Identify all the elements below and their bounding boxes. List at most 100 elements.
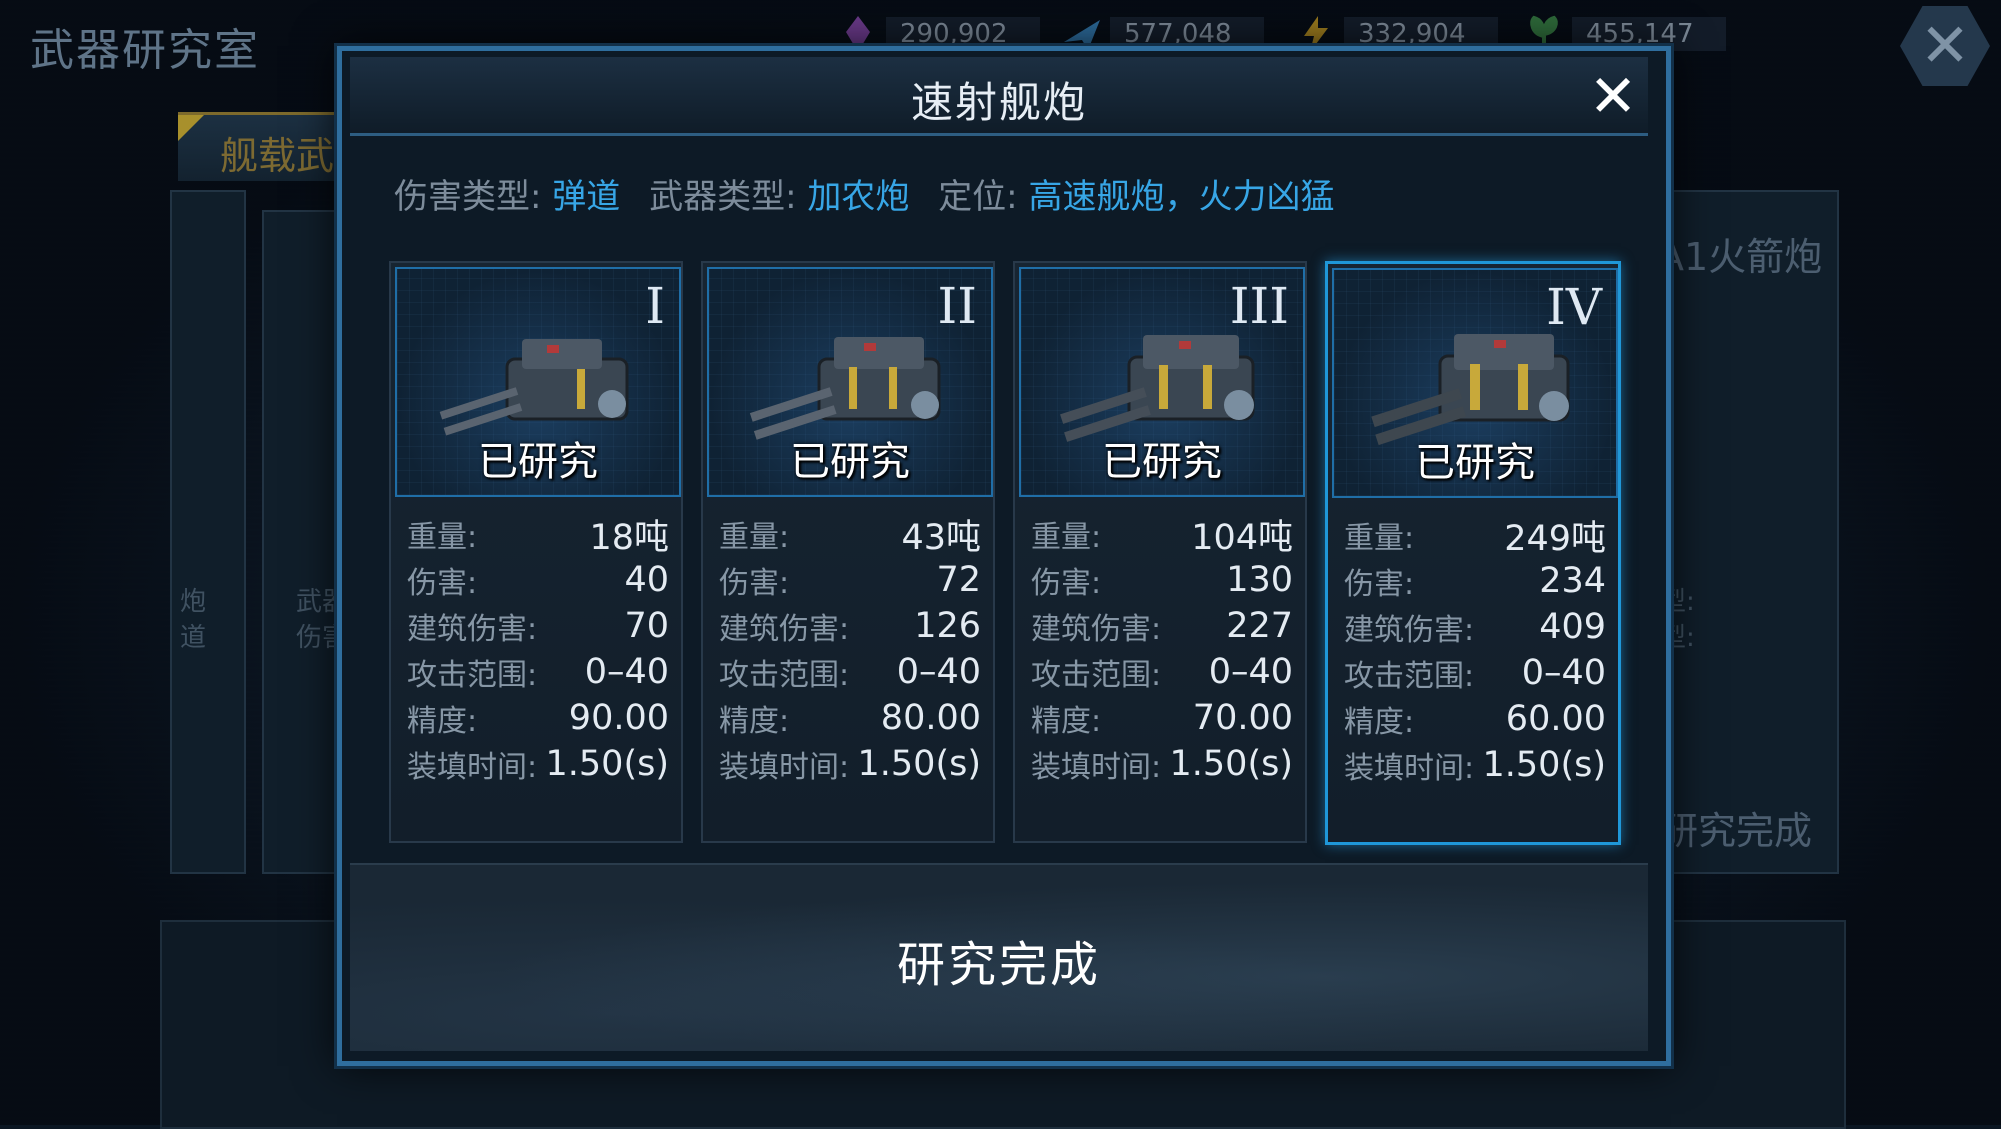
stat-value: 1.50(s) [545, 744, 669, 784]
stat-value: 72 [936, 560, 981, 600]
stat-value: 1.50(s) [1482, 745, 1606, 785]
weapon-type-value: 加农炮 [807, 177, 910, 217]
stat-weight: 重量: 249吨 [1344, 512, 1606, 559]
dialog-header: 速射舰炮 ✕ [350, 57, 1648, 136]
stat-value: 0–40 [584, 652, 669, 692]
stat-value: 1.50(s) [857, 744, 981, 784]
tier-status: 已研究 [1415, 440, 1535, 486]
tier-image: IV 已研究 [1332, 268, 1618, 498]
stat-label: 伤害: [719, 566, 790, 601]
stat-value: 0–40 [896, 652, 981, 692]
stat-label: 精度: [719, 704, 790, 739]
tier-numeral: II [937, 277, 977, 335]
weapon-info-line: 伤害类型: 弹道 武器类型: 加农炮 定位: 高速舰炮，火力凶猛 [394, 169, 1352, 218]
bg-card-text-line: 道 [180, 623, 207, 653]
stat-label: 建筑伤害: [1031, 612, 1162, 647]
stat-label: 伤害: [407, 566, 478, 601]
tab-flag-icon [178, 115, 204, 141]
bg-weapon-card-left[interactable] [170, 190, 246, 874]
research-complete-button[interactable]: 研究完成 [350, 863, 1648, 1051]
stat-label: 攻击范围: [719, 658, 850, 693]
bg-card-status: 研究完成 [1660, 809, 1813, 853]
tier-card-1[interactable]: I 已研究 重量: 18吨 伤害: 40 建筑伤害: 70 攻击范围: 0–40 精度:… [389, 261, 683, 843]
stat-reload-time: 装填时间: 1.50(s) [407, 741, 669, 787]
close-icon: ✕ [1588, 62, 1638, 130]
tier-status: 已研究 [1102, 439, 1222, 485]
tier-list: I 已研究 重量: 18吨 伤害: 40 建筑伤害: 70 攻击范围: 0–40 精度:… [389, 261, 1621, 886]
bg-card-text: 炮 道 [180, 584, 206, 656]
tier-numeral: IV [1546, 278, 1602, 336]
stat-reload-time: 装填时间: 1.50(s) [719, 741, 981, 787]
stat-value: 90.00 [568, 698, 669, 738]
stat-label: 装填时间: [407, 750, 538, 785]
bg-tab-label: 舰载武 [220, 134, 335, 178]
stat-value: 249吨 [1504, 518, 1606, 559]
tier-card-4[interactable]: IV 已研究 重量: 249吨 伤害: 234 建筑伤害: 409 攻击范围: 0–40… [1325, 261, 1621, 845]
tier-card-2[interactable]: II 已研究 重量: 43吨 伤害: 72 建筑伤害: 126 攻击范围: 0–40 精… [701, 261, 995, 843]
screen-title: 武器研究室 [30, 25, 260, 76]
weapon-detail-dialog: 速射舰炮 ✕ 伤害类型: 弹道 武器类型: 加农炮 定位: 高速舰炮，火力凶猛 [337, 46, 1671, 1066]
stat-value: 80.00 [880, 698, 981, 738]
stat-reload-time: 装填时间: 1.50(s) [1344, 742, 1606, 788]
stat-building-damage: 建筑伤害: 126 [719, 603, 981, 649]
role-value: 高速舰炮，火力凶猛 [1028, 177, 1335, 217]
stat-accuracy: 精度: 80.00 [719, 695, 981, 741]
dialog-title: 速射舰炮 [910, 78, 1087, 127]
stat-value: 409 [1539, 607, 1606, 647]
stat-label: 伤害: [1344, 567, 1415, 602]
stat-damage: 伤害: 40 [407, 557, 669, 603]
stat-label: 攻击范围: [1344, 659, 1475, 694]
stat-weight: 重量: 104吨 [1031, 511, 1293, 558]
stat-weight: 重量: 43吨 [719, 511, 981, 558]
stat-label: 精度: [407, 704, 478, 739]
stat-value: 70 [624, 606, 669, 646]
tier-image: I 已研究 [395, 267, 681, 497]
stat-label: 精度: [1031, 704, 1102, 739]
role-label: 定位: [938, 177, 1018, 217]
stats-list: 重量: 249吨 伤害: 234 建筑伤害: 409 攻击范围: 0–40 精度: 60.… [1344, 512, 1606, 788]
tier-image: III 已研究 [1019, 267, 1305, 497]
stat-label: 重量: [407, 520, 478, 555]
stat-accuracy: 精度: 70.00 [1031, 695, 1293, 741]
stat-value: 104吨 [1191, 517, 1293, 558]
stat-damage: 伤害: 234 [1344, 558, 1606, 604]
dialog-close-button[interactable]: ✕ [1586, 67, 1640, 125]
stat-label: 建筑伤害: [407, 612, 538, 647]
bg-card-title: A1火箭炮 [1658, 235, 1823, 279]
stat-range: 攻击范围: 0–40 [1344, 650, 1606, 696]
tier-image: II 已研究 [707, 267, 993, 497]
stat-label: 装填时间: [719, 750, 850, 785]
damage-type-value: 弹道 [552, 177, 621, 217]
stat-label: 精度: [1344, 705, 1415, 740]
stat-damage: 伤害: 72 [719, 557, 981, 603]
close-icon: ✕ [1919, 11, 1971, 81]
stat-range: 攻击范围: 0–40 [407, 649, 669, 695]
bg-weapon-card-right[interactable] [1655, 190, 1839, 874]
stat-accuracy: 精度: 60.00 [1344, 696, 1606, 742]
stat-value: 60.00 [1505, 699, 1606, 739]
weapon-type-label: 武器类型: [649, 177, 797, 217]
research-complete-label: 研究完成 [896, 937, 1101, 993]
stat-damage: 伤害: 130 [1031, 557, 1293, 603]
tier-status: 已研究 [478, 439, 598, 485]
stat-label: 攻击范围: [407, 658, 538, 693]
tier-numeral: III [1229, 277, 1289, 335]
stat-value: 1.50(s) [1169, 744, 1293, 784]
stat-value: 40 [624, 560, 669, 600]
stat-label: 装填时间: [1031, 750, 1162, 785]
damage-type-label: 伤害类型: [394, 177, 542, 217]
stat-value: 227 [1226, 606, 1293, 646]
stat-label: 建筑伤害: [719, 612, 850, 647]
stat-value: 70.00 [1192, 698, 1293, 738]
tier-card-3[interactable]: III 已研究 重量: 104吨 伤害: 130 建筑伤害: 227 攻击范围: 0–4… [1013, 261, 1307, 843]
stat-label: 建筑伤害: [1344, 613, 1475, 648]
stat-label: 重量: [719, 520, 790, 555]
stat-value: 0–40 [1521, 653, 1606, 693]
tier-numeral: I [645, 277, 665, 335]
stat-value: 18吨 [589, 517, 669, 558]
stat-reload-time: 装填时间: 1.50(s) [1031, 741, 1293, 787]
stat-weight: 重量: 18吨 [407, 511, 669, 558]
bg-weapon-card-mid[interactable] [262, 210, 346, 874]
stat-range: 攻击范围: 0–40 [1031, 649, 1293, 695]
stat-accuracy: 精度: 90.00 [407, 695, 669, 741]
